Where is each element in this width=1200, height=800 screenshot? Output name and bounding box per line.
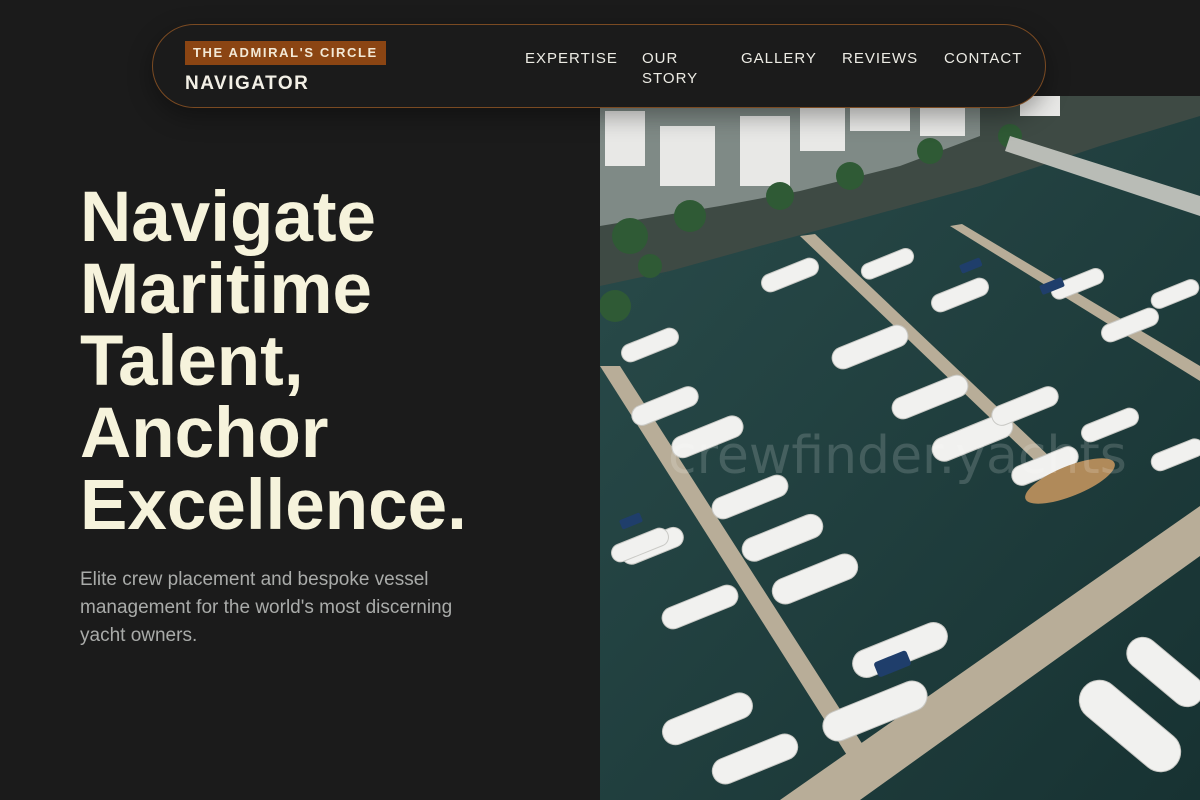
nav-link-contact[interactable]: CONTACT <box>944 49 1022 69</box>
marina-illustration <box>600 96 1200 800</box>
hero-title-line: Excellence. <box>80 466 467 545</box>
brand-logo-text[interactable]: NAVIGATOR <box>185 73 309 95</box>
hero-title-line: Navigate <box>80 178 376 257</box>
hero-title: Navigate Maritime Talent, Anchor Excelle… <box>80 182 580 542</box>
nav-link-expertise[interactable]: EXPERTISE <box>525 49 618 69</box>
hero-image: crewfinder.yachts <box>600 96 1200 800</box>
main-navigation: THE ADMIRAL'S CIRCLE NAVIGATOR EXPERTISE… <box>152 24 1046 108</box>
nav-link-gallery[interactable]: GALLERY <box>741 49 817 69</box>
hero-title-line: Talent, <box>80 322 304 401</box>
brand-tagline[interactable]: THE ADMIRAL'S CIRCLE <box>185 41 386 65</box>
nav-link-reviews[interactable]: REVIEWS <box>842 49 918 69</box>
hero-title-line: Anchor <box>80 394 329 473</box>
hero-subtitle: Elite crew placement and bespoke vessel … <box>80 569 453 646</box>
nav-link-our-story[interactable]: OUR STORY <box>642 49 712 89</box>
hero-title-line: Maritime <box>80 250 372 329</box>
